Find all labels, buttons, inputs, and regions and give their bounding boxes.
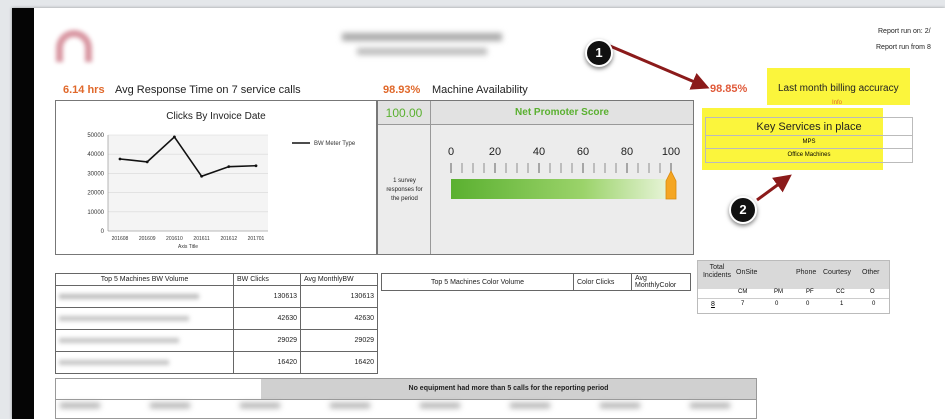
bw-avg-cell: 42630 [300,307,378,330]
blurred-machine-name [55,285,234,308]
cc-value: 1 [840,301,844,307]
bw-clicks-cell: 42630 [233,307,301,330]
sub-o: O [870,289,875,295]
incidents-values-row: 8 7 0 0 1 0 [698,301,889,313]
table-row: 16420 16420 [55,351,378,374]
table-row: 42630 42630 [55,307,378,330]
courtesy-header: Courtesy [823,269,852,276]
sub-pm: PM [774,289,783,295]
top5-color-header-name: Top 5 Machines Color Volume [381,273,574,291]
incidents-table: Total Incidents OnSite Phone Courtesy Ot… [697,260,890,314]
report-page: Report run on: 2/ Report run from 8 6.14… [12,8,945,419]
o-value: 0 [872,301,876,307]
total-incidents-label: Total Incidents [702,264,732,279]
bw-avg-cell: 16420 [300,351,378,374]
arrow-to-billing [609,44,710,90]
phone-header: Phone [796,269,817,276]
equipment-divider [56,399,756,400]
blurred-machine-name [55,307,234,330]
sub-pf: PF [806,289,814,295]
top5-bw-header-avg: Avg MonthlyBW [300,273,378,286]
blurred-machine-name [55,329,234,352]
total-incidents-link[interactable]: 8 [711,301,715,308]
top5-bw-header-name: Top 5 Machines BW Volume [55,273,234,286]
top5-color-header-clicks: Color Clicks [573,273,632,291]
table-row: 130613 130613 [55,285,378,308]
bw-clicks-cell: 29029 [233,329,301,352]
arrow-to-services [756,174,792,202]
pm-value: 0 [775,301,779,307]
equipment-message-cell: No equipment had more than 5 calls for t… [261,379,756,399]
other-header: Other [862,269,880,276]
sub-cm: CM [738,289,748,295]
blurred-machine-name [55,351,234,374]
top5-color-table: Top 5 Machines Color Volume Color Clicks… [381,273,691,291]
bw-avg-cell: 29029 [300,329,378,352]
top5-bw-header-clicks: BW Clicks [233,273,301,286]
callout-badge-2: 2 [729,196,757,224]
sub-cc: CC [836,289,845,295]
bw-clicks-cell: 16420 [233,351,301,374]
bw-clicks-cell: 130613 [233,285,301,308]
onsite-header: OnSite [736,269,758,276]
equipment-message: No equipment had more than 5 calls for t… [408,385,609,392]
equipment-table: No equipment had more than 5 calls for t… [55,378,757,419]
pf-value: 0 [806,301,810,307]
bw-avg-cell: 130613 [300,285,378,308]
top5-bw-table: Top 5 Machines BW Volume BW Clicks Avg M… [55,273,378,374]
incidents-subheader-row: CM PM PF CC O [698,289,889,299]
top5-color-header-avg: Avg MonthlyColor [631,273,691,291]
cm-value: 7 [741,301,745,307]
equipment-column-headers-blurred [60,403,750,408]
callout-badge-1: 1 [585,39,613,67]
table-row: 29029 29029 [55,329,378,352]
screenshot-stage: Report run on: 2/ Report run from 8 6.14… [0,0,945,419]
